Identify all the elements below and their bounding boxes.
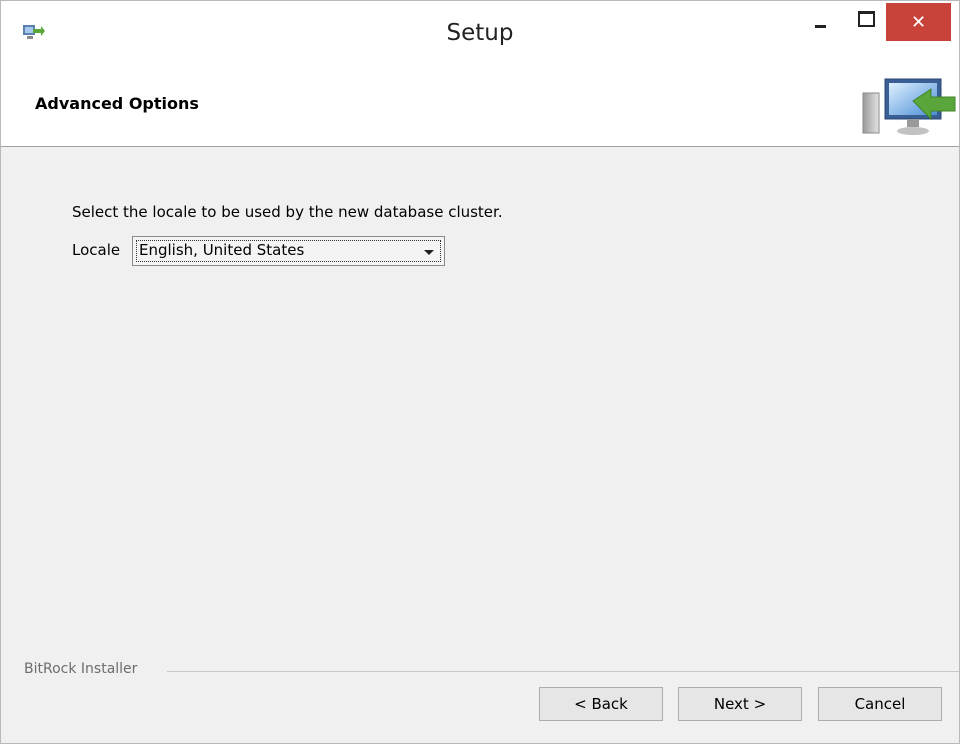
installer-footer: BitRock Installer < Back Next > Cancel — [1, 661, 959, 743]
locale-label: Locale — [72, 241, 121, 259]
close-icon: ✕ — [910, 11, 927, 33]
maximize-icon — [857, 11, 875, 27]
setup-window: Setup ✕ Advanced Options Select the loca… — [0, 0, 960, 744]
next-button[interactable]: Next > — [678, 687, 802, 721]
locale-selected-value: English, United States — [139, 241, 305, 259]
maximize-button[interactable] — [843, 1, 889, 41]
minimize-button[interactable] — [797, 1, 843, 41]
back-button[interactable]: < Back — [539, 687, 663, 721]
installer-brand-label: BitRock Installer — [24, 661, 138, 677]
computer-install-arrow-icon — [862, 78, 956, 135]
page-title: Advanced Options — [35, 94, 199, 113]
page-header: Advanced Options — [1, 63, 959, 147]
chevron-down-icon[interactable] — [424, 250, 434, 255]
close-button[interactable]: ✕ — [886, 3, 951, 41]
footer-divider — [167, 671, 959, 672]
cancel-button[interactable]: Cancel — [818, 687, 942, 721]
minimize-icon — [814, 24, 826, 28]
instruction-text: Select the locale to be used by the new … — [72, 203, 503, 221]
content-area: Select the locale to be used by the new … — [1, 147, 959, 667]
title-bar[interactable]: Setup ✕ — [1, 1, 959, 63]
locale-dropdown[interactable]: English, United States — [132, 236, 445, 266]
